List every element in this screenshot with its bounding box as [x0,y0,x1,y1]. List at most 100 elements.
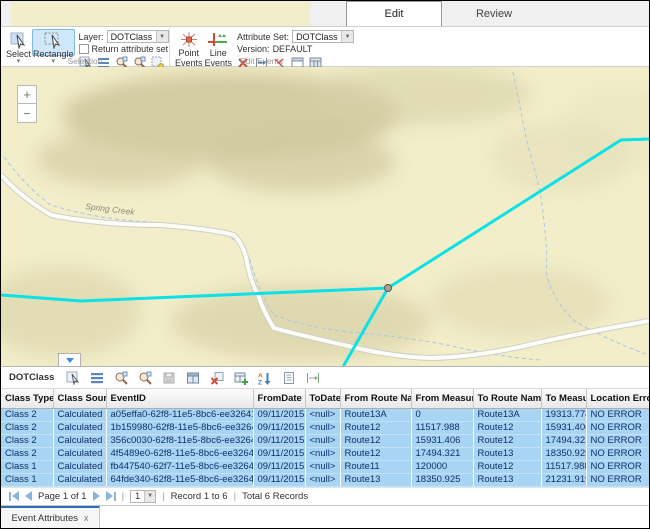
table-row[interactable]: Class 2Calculated4f5489e0-62f8-11e5-8bc6… [1,447,649,460]
column-header[interactable]: FromDate [253,389,305,408]
column-header[interactable]: To Measure [541,389,586,408]
event-attributes-tab-label: Event Attributes [11,513,78,524]
select-tool-button[interactable]: Select ▾ [5,29,32,56]
sort-records-icon[interactable]: AZ [257,370,272,385]
pan-to-selected-icon[interactable] [137,370,152,385]
table-row[interactable]: Class 2Calculateda05effa0-62f8-11e5-8bc6… [1,408,649,421]
collapse-table-panel-button[interactable] [58,353,81,366]
svg-text:A: A [258,372,263,379]
table-cell: 1b159980-62f8-11e5-8bc6-ee32641d5ec9 [106,421,253,434]
map-zoom-control: + − [17,85,37,123]
column-header[interactable]: To Route Name [473,389,541,408]
zoom-to-selected-icon[interactable] [113,370,128,385]
report-icon[interactable] [281,370,296,385]
table-cell: Route11 [340,460,411,473]
table-cell: Route13A [473,408,541,421]
return-attribute-set-checkbox[interactable] [79,44,89,54]
table-cell: <null> [305,434,340,447]
table-cell: 17494.321 [411,447,473,460]
delete-records-icon[interactable] [209,370,224,385]
select-cursor-icon [8,31,30,49]
table-cell: 21231.919 [541,473,586,486]
record-range-text: Record 1 to 6 [171,491,228,502]
layer-dropdown[interactable]: DOTClass ▼ [107,30,169,43]
table-cell: Calculated [53,473,106,486]
table-cell: a05effa0-62f8-11e5-8bc6-ee32641d5ec9 [106,408,253,421]
table-cell: 09/11/2015 [253,434,305,447]
column-header[interactable]: Class Type [1,389,53,408]
table-cell: 09/11/2015 [253,421,305,434]
line-events-button[interactable]: Line Events [204,29,234,56]
table-cell: Calculated [53,460,106,473]
point-events-button[interactable]: Point Events [174,29,204,56]
select-records-icon[interactable] [65,370,80,385]
table-cell: NO ERROR [586,447,649,460]
table-cell: NO ERROR [586,473,649,486]
table-cell: 4f5489e0-62f8-11e5-8bc6-ee32641d5ec9 [106,447,253,460]
page-number-caret[interactable]: ▼ [144,491,155,502]
column-header[interactable]: From Measure [411,389,473,408]
zoom-out-button[interactable]: − [17,104,37,123]
save-edits-icon[interactable] [161,370,176,385]
table-cell: Calculated [53,421,106,434]
next-page-button[interactable] [93,491,100,501]
layer-dropdown-caret[interactable]: ▼ [156,31,168,42]
measure-extent-icon[interactable] [305,370,320,385]
table-cell: Class 2 [1,408,53,421]
table-cell: Route13A [340,408,411,421]
rectangle-tool-button[interactable]: Rectangle ▾ [32,29,75,56]
tab-edit[interactable]: Edit [346,1,442,26]
table-cell: NO ERROR [586,460,649,473]
edit-events-group: Point Events Line Events Attribute Set: … [169,27,353,66]
collapse-arrow-icon [66,358,74,363]
attribute-window-icon[interactable] [185,370,200,385]
table-cell: Class 2 [1,434,53,447]
map-canvas[interactable]: Spring Creek + − [1,67,649,366]
tab-map[interactable]: Map [11,0,310,26]
table-cell: NO ERROR [586,421,649,434]
table-cell: 09/11/2015 [253,460,305,473]
table-cell: 11517.988 [541,460,586,473]
table-cell: Calculated [53,408,106,421]
basemap: Spring Creek [1,67,649,366]
page-number-dropdown[interactable]: 1 ▼ [130,490,156,503]
page-indicator: Page 1 of 1 [38,491,87,502]
attribute-set-dropdown[interactable]: DOTClass ▼ [292,30,354,43]
route-junction-vertex[interactable] [385,285,392,292]
event-attributes-panel: DOTClass [1,366,649,529]
tab-review[interactable]: Review [446,1,542,26]
table-cell: <null> [305,421,340,434]
attribute-set-caret[interactable]: ▼ [341,31,353,42]
attribute-table: Class TypeClass SourceEventIDFromDateToD… [1,389,650,487]
selection-group: Select ▾ Rectangle ▾ Layer: DOTClass ▼ [1,27,169,66]
column-header[interactable]: ToDate [305,389,340,408]
column-header[interactable]: Class Source [53,389,106,408]
first-page-button[interactable] [9,491,19,501]
table-cell: Route12 [473,460,541,473]
last-page-button[interactable] [106,491,116,501]
table-row[interactable]: Class 2Calculated356c0030-62f8-11e5-8bc6… [1,434,649,447]
table-cell: Route12 [473,434,541,447]
table-row[interactable]: Class 1Calculatedfb447540-62f7-11e5-8bc6… [1,460,649,473]
add-record-icon[interactable] [233,370,248,385]
event-attributes-tab[interactable]: Event Attributes x [1,506,100,529]
column-header[interactable]: Location Error [586,389,649,408]
zoom-in-button[interactable]: + [17,85,37,104]
edit-events-options: Attribute Set: DOTClass ▼ Version: DEFAU… [237,29,354,56]
table-cell: 120000 [411,460,473,473]
previous-page-button[interactable] [25,491,32,501]
table-cell: Class 1 [1,473,53,486]
table-cell: Route12 [340,434,411,447]
table-options-icon[interactable] [89,370,104,385]
table-cell: <null> [305,460,340,473]
close-tab-icon[interactable]: x [84,513,89,523]
selection-group-label: Selection [1,56,169,66]
column-header[interactable]: EventID [106,389,253,408]
column-header[interactable]: From Route Name [340,389,411,408]
table-cell: <null> [305,408,340,421]
layer-value: DOTClass [108,32,156,42]
table-row[interactable]: Class 2Calculated1b159980-62f8-11e5-8bc6… [1,421,649,434]
table-row[interactable]: Class 1Calculated64fde340-62f8-11e5-8bc6… [1,473,649,486]
table-cell: Class 1 [1,460,53,473]
table-cell: 15931.406 [541,421,586,434]
